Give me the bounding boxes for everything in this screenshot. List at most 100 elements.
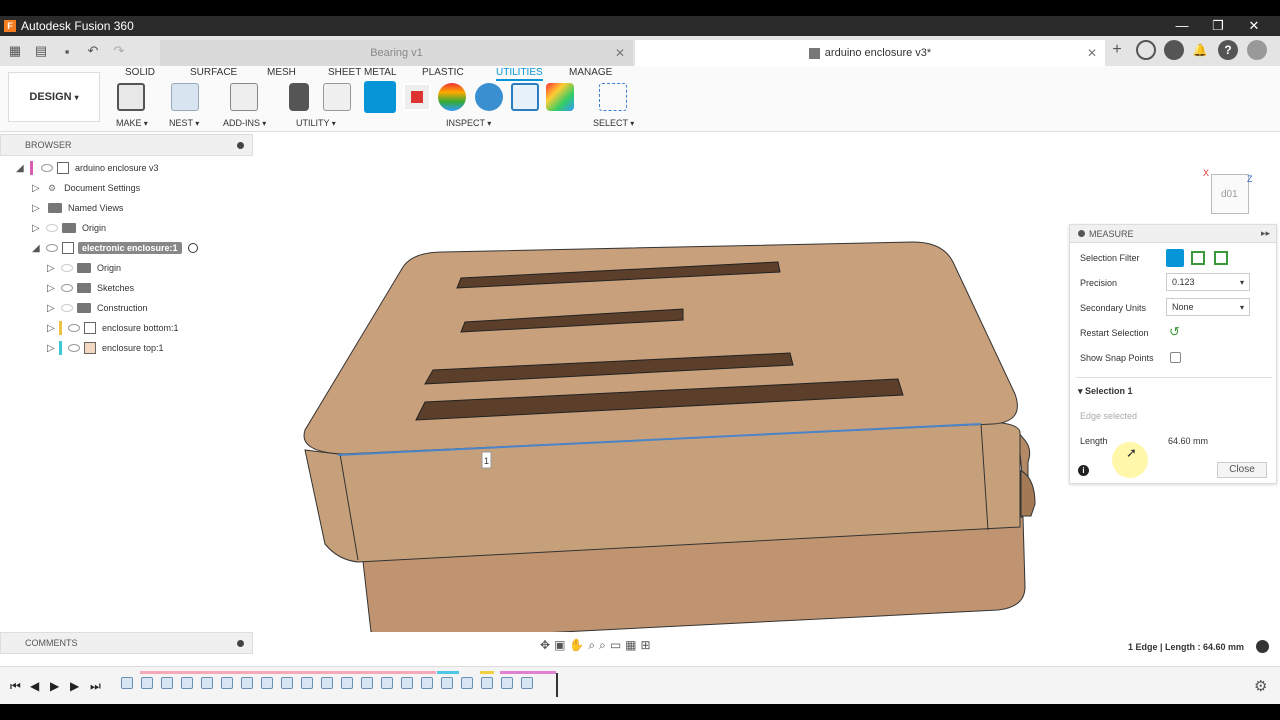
expand-panel-icon[interactable]: ▸▸: [1261, 228, 1270, 239]
tree-node-root[interactable]: ◢ arduino enclosure v3: [16, 159, 159, 177]
visibility-eye-icon[interactable]: [68, 324, 80, 332]
play-icon[interactable]: ▶: [50, 679, 59, 693]
visibility-eye-icon[interactable]: [61, 304, 73, 312]
measure-icon[interactable]: [364, 81, 396, 113]
maximize-button[interactable]: ❐: [1200, 16, 1236, 36]
expand-arrow-icon[interactable]: ▷: [47, 303, 57, 314]
info-icon[interactable]: i: [1078, 465, 1089, 476]
group-make[interactable]: MAKE: [116, 118, 148, 128]
tree-node-origin-sub[interactable]: ▷ Origin: [47, 259, 121, 277]
notifications-icon[interactable]: 🔔: [1190, 40, 1210, 60]
visibility-eye-icon[interactable]: [41, 164, 53, 172]
visibility-eye-icon[interactable]: [46, 224, 58, 232]
expand-arrow-icon[interactable]: ◢: [16, 163, 26, 174]
timeline-feature-icon[interactable]: [361, 677, 373, 689]
user-avatar[interactable]: [1247, 40, 1267, 60]
close-tab-icon[interactable]: ✕: [615, 46, 625, 60]
step-back-icon[interactable]: ◀: [30, 679, 39, 693]
visibility-eye-icon[interactable]: [68, 344, 80, 352]
snap-points-checkbox[interactable]: [1170, 352, 1181, 363]
nest-icon[interactable]: [171, 83, 199, 111]
timeline-settings-gear-icon[interactable]: ⚙: [1254, 677, 1267, 695]
pan-icon[interactable]: ✋: [569, 638, 584, 656]
comments-header[interactable]: COMMENTS: [0, 632, 253, 654]
selection-heading[interactable]: ▾ Selection 1: [1078, 386, 1133, 397]
restart-icon[interactable]: ↺: [1169, 324, 1180, 340]
tab-surface[interactable]: SURFACE: [190, 67, 237, 78]
section-analysis-icon[interactable]: [511, 83, 539, 111]
tab-mesh[interactable]: MESH: [267, 67, 296, 78]
tree-node-electronic-enclosure[interactable]: ◢ electronic enclosure:1: [32, 239, 198, 257]
tree-node-origin[interactable]: ▷ Origin: [32, 219, 106, 237]
timeline-feature-icon[interactable]: [421, 677, 433, 689]
orbit-icon[interactable]: ✥: [540, 638, 550, 656]
display-settings-icon[interactable]: ▭: [610, 638, 621, 656]
timeline-feature-icon[interactable]: [281, 677, 293, 689]
filter-edge-icon[interactable]: [1214, 251, 1228, 265]
step-forward-icon[interactable]: ▶: [70, 679, 79, 693]
timeline-feature-icon[interactable]: [501, 677, 513, 689]
visibility-eye-icon[interactable]: [46, 244, 58, 252]
tab-sheet-metal[interactable]: SHEET METAL: [328, 67, 397, 78]
timeline-feature-icon[interactable]: [261, 677, 273, 689]
tree-node-sketches[interactable]: ▷ Sketches: [47, 279, 134, 297]
timeline-feature-icon[interactable]: [141, 677, 153, 689]
curvature-comb-icon[interactable]: [438, 83, 466, 111]
close-window-button[interactable]: ✕: [1236, 16, 1272, 36]
close-tab-icon[interactable]: ✕: [1087, 46, 1097, 60]
undo-icon[interactable]: ↶: [82, 40, 104, 62]
timeline-feature-icon[interactable]: [201, 677, 213, 689]
parameters-icon[interactable]: [323, 83, 351, 111]
help-icon[interactable]: ?: [1218, 40, 1238, 60]
tree-node-construction[interactable]: ▷ Construction: [47, 299, 148, 317]
tab-bearing[interactable]: Bearing v1 ✕: [160, 40, 633, 66]
go-to-start-icon[interactable]: ⏮: [10, 679, 21, 694]
viewports-icon[interactable]: ⊞: [641, 638, 651, 656]
collapse-icon[interactable]: [237, 141, 244, 149]
viewcube-face[interactable]: d01: [1211, 174, 1249, 214]
group-nest[interactable]: NEST: [169, 118, 199, 128]
tab-plastic[interactable]: PLASTIC: [422, 67, 464, 78]
panel-pin-icon[interactable]: [1078, 230, 1085, 237]
scripts-addins-icon[interactable]: [230, 83, 258, 111]
secondary-units-select[interactable]: None: [1166, 298, 1250, 316]
timeline-feature-icon[interactable]: [241, 677, 253, 689]
fit-icon[interactable]: ⌕: [599, 638, 606, 656]
window-select-icon[interactable]: [599, 83, 627, 111]
tree-node-named-views[interactable]: ▷ Named Views: [32, 199, 123, 217]
tab-manage[interactable]: MANAGE: [569, 67, 612, 78]
browser-header[interactable]: BROWSER: [0, 134, 253, 156]
save-icon[interactable]: ▪: [56, 40, 78, 62]
new-tab-icon[interactable]: +: [1107, 40, 1127, 60]
expand-arrow-icon[interactable]: ▷: [32, 203, 42, 214]
timeline-feature-icon[interactable]: [481, 677, 493, 689]
grid-settings-icon[interactable]: ▦: [625, 638, 636, 656]
file-icon[interactable]: ▤: [30, 40, 52, 62]
timeline-feature-icon[interactable]: [121, 677, 133, 689]
viewcube[interactable]: X d01 Z: [1203, 160, 1253, 220]
expand-arrow-icon[interactable]: ▷: [47, 343, 57, 354]
timeline-marker[interactable]: [556, 673, 558, 697]
group-inspect[interactable]: INSPECT: [446, 118, 491, 128]
expand-arrow-icon[interactable]: ▷: [32, 223, 42, 234]
redo-icon[interactable]: ↷: [108, 40, 130, 62]
timeline-feature-icon[interactable]: [181, 677, 193, 689]
group-add-ins[interactable]: ADD-INS: [223, 118, 266, 128]
timeline-feature-icon[interactable]: [381, 677, 393, 689]
tree-node-enclosure-bottom[interactable]: ▷ enclosure bottom:1: [47, 319, 179, 337]
tab-utilities[interactable]: UTILITIES: [496, 67, 543, 81]
display-component-colors-icon[interactable]: [546, 83, 574, 111]
expand-arrow-icon[interactable]: ▷: [47, 263, 57, 274]
workspace-switcher[interactable]: DESIGN ▾: [8, 72, 100, 122]
timeline-feature-icon[interactable]: [521, 677, 533, 689]
timeline-feature-icon[interactable]: [401, 677, 413, 689]
filter-body-icon[interactable]: [1166, 249, 1184, 267]
extensions-icon[interactable]: [1164, 40, 1184, 60]
timeline-feature-icon[interactable]: [341, 677, 353, 689]
tree-node-document-settings[interactable]: ▷ ⚙ Document Settings: [32, 179, 140, 197]
visibility-eye-icon[interactable]: [61, 264, 73, 272]
group-select[interactable]: SELECT: [593, 118, 634, 128]
make-3d-print-icon[interactable]: [117, 83, 145, 111]
zoom-icon[interactable]: ⌕: [588, 638, 595, 656]
visibility-eye-icon[interactable]: [61, 284, 73, 292]
